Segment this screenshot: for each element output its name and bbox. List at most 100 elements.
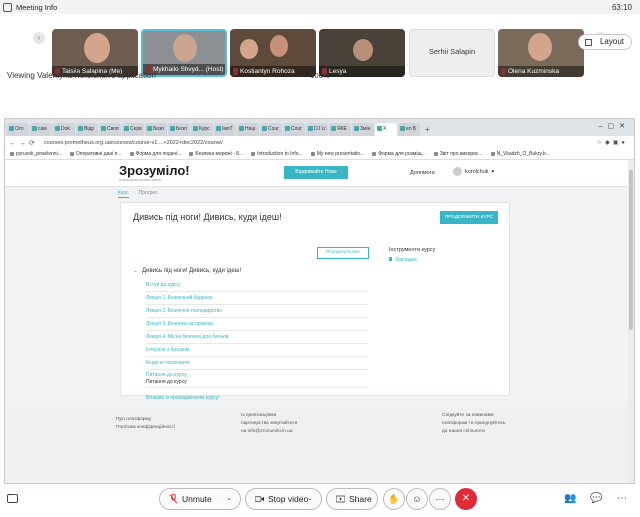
captions-icon[interactable]	[7, 494, 18, 503]
header-cta-button[interactable]: Відкривайте Нове	[284, 166, 348, 179]
participants-icon[interactable]: 👥	[564, 493, 576, 504]
browser-tab[interactable]: сам	[30, 123, 52, 136]
footer-privacy-link[interactable]: Політика конфіденційності	[116, 424, 175, 432]
chat-icon[interactable]: 💬	[590, 493, 602, 504]
outline-item[interactable]: Лекція 4. Місна безпека для батьків	[146, 331, 368, 344]
resume-course-button[interactable]: ПРОДОВЖИТИ КУРС	[440, 211, 498, 224]
raise-hand-button[interactable]: ✋	[383, 488, 405, 510]
site-logo[interactable]: Зрозуміло!	[119, 163, 190, 178]
layout-label: Layout	[599, 37, 624, 46]
layout-button[interactable]: Layout	[578, 34, 632, 50]
bookmark-item[interactable]: Форма для подачі...	[129, 151, 181, 157]
bookmarks-link[interactable]: Закладки	[389, 257, 417, 263]
outline-item[interactable]: Лекція 3. Безпека на природі	[146, 318, 368, 331]
browser-tab[interactable]: Змін	[352, 123, 374, 136]
scrollbar-thumb[interactable]	[629, 170, 633, 330]
browser-tab[interactable]: Своя	[99, 123, 121, 136]
reactions-button[interactable]: ☺	[406, 488, 428, 510]
browser-tab[interactable]: Серв	[122, 123, 144, 136]
bookmark-item[interactable]: Звіт про викорис...	[433, 151, 483, 157]
meeting-info-icon[interactable]	[3, 2, 12, 12]
browser-tab[interactable]: Безп	[145, 123, 167, 136]
outline-item[interactable]: Вступ до курсу	[146, 279, 368, 292]
url-field[interactable]: courses.prometheus.org.ua/courses/course…	[44, 140, 597, 146]
bookmark-item[interactable]: N_Vkadzh_O_Bukry.b...	[490, 151, 550, 157]
browser-tab-label: Огл	[15, 126, 24, 132]
bookmark-favicon-icon	[129, 151, 134, 156]
new-tab-button[interactable]: +	[425, 123, 430, 136]
tab-favicon-icon	[308, 126, 313, 132]
participant-video	[353, 39, 373, 61]
browser-tab[interactable]: Курс	[191, 123, 213, 136]
smiley-icon: ☺	[412, 494, 422, 504]
outline-item[interactable]: Корисні посилання	[146, 357, 368, 370]
browser-tab[interactable]: Безп	[168, 123, 190, 136]
zoom-out-button[interactable]: −	[296, 71, 300, 80]
participant-strip: ‹ Taisiia Salapina (Me) Mykhailo Shvyd..…	[0, 14, 640, 77]
hand-icon: ✋	[388, 494, 400, 504]
browser-tab[interactable]: DJ Lr	[306, 123, 328, 136]
bookmark-favicon-icon	[310, 151, 315, 156]
zoom-in-button[interactable]: +	[340, 71, 344, 80]
strip-prev-arrow-icon[interactable]: ‹	[33, 32, 45, 44]
footer-about-link[interactable]: Про платформу	[116, 416, 175, 424]
tab-course[interactable]: Курс	[118, 190, 129, 198]
user-menu[interactable]: korolchuk ▾	[453, 167, 494, 176]
expand-all-button[interactable]: Розгорнути все	[317, 247, 369, 259]
bookmark-item[interactable]: pyruvok_poselenni...	[10, 151, 62, 157]
bookmark-icon	[389, 257, 392, 261]
outline-item[interactable]: Питання до курсу Питання до курсу	[146, 370, 368, 388]
browser-nav-icons[interactable]: ←→⟳	[9, 139, 38, 147]
zoom-controls: − 100% +	[296, 71, 344, 80]
browser-tab-label: Cour	[268, 126, 279, 132]
bookmark-item[interactable]: Форма для розміщ...	[372, 151, 426, 157]
bookmark-item[interactable]: My new presentatio...	[310, 151, 364, 157]
browser-tab[interactable]: Наці	[237, 123, 259, 136]
stop-video-button[interactable]: Stop video ⌄	[245, 488, 322, 510]
more-options-button[interactable]: ⋯	[429, 488, 451, 510]
share-button[interactable]: Share	[326, 488, 378, 510]
course-tools-title: Інструменти курсу	[389, 247, 436, 253]
video-camera-icon	[255, 496, 264, 502]
tab-favicon-icon	[354, 126, 359, 132]
more-icon[interactable]: ⋯	[617, 493, 627, 504]
bookmark-item[interactable]: Оперативні дані п...	[69, 151, 122, 157]
extension-icons[interactable]: ☆◆▣●	[597, 139, 628, 146]
avatar	[453, 167, 462, 176]
help-link[interactable]: Допомога	[410, 170, 435, 176]
tab-favicon-icon	[9, 126, 14, 132]
browser-tab[interactable]: ЯКЕ	[329, 123, 351, 136]
browser-tab[interactable]: Cour	[260, 123, 282, 136]
chevron-down-icon[interactable]: ⌄	[307, 489, 313, 509]
unmute-button[interactable]: Unmute ⌄	[159, 488, 241, 510]
outline-item[interactable]: Вітаємо із проходженням курсу!	[146, 392, 368, 405]
browser-tab[interactable]: Cour	[283, 123, 305, 136]
participant-video	[173, 34, 197, 62]
browser-tab[interactable]: Огл	[7, 123, 29, 136]
outline-item-link[interactable]: Питання до курсу	[146, 372, 368, 379]
bookmark-item[interactable]: Introduction to Info...	[251, 151, 303, 157]
end-call-button[interactable]: ✕	[455, 488, 477, 510]
browser-tab-label: ел Б	[406, 126, 417, 132]
chevron-down-icon[interactable]: ⌄	[226, 489, 232, 509]
bookmark-item[interactable]: Безпека мережі - 8...	[189, 151, 243, 157]
section-header[interactable]: ⌄ Дивись під ноги! Дивись, куди ідеш!	[133, 267, 241, 274]
course-card: Дивись під ноги! Дивись, куди ідеш! ПРОД…	[120, 202, 510, 401]
tab-progress[interactable]: Прогрес	[139, 190, 158, 198]
bookmark-favicon-icon	[69, 151, 74, 156]
outline-item[interactable]: Лекція 2. Безпечне господарство	[146, 305, 368, 318]
tab-favicon-icon	[400, 126, 405, 132]
browser-tab-label: Наці	[245, 126, 256, 132]
browser-tab[interactable]: ІмпТ	[214, 123, 236, 136]
browser-tab[interactable]: Відр	[76, 123, 98, 136]
footer-partnership: Із пропозиціями партнерства звертайтеся …	[241, 413, 298, 434]
page-scrollbar[interactable]	[628, 160, 634, 483]
outline-item[interactable]: Інтерв'ю з батьком	[146, 344, 368, 357]
course-title: Дивись під ноги! Дивись, куди ідеш!	[133, 212, 282, 222]
outline-item[interactable]: Лекція 1. Безпечний будинок	[146, 292, 368, 305]
browser-tab[interactable]: ел Б	[398, 123, 420, 136]
browser-tab[interactable]: Х	[375, 123, 397, 136]
meeting-info-label[interactable]: Meeting Info	[16, 3, 57, 12]
browser-tab[interactable]: Dok	[53, 123, 75, 136]
muted-mic-icon	[169, 494, 178, 504]
